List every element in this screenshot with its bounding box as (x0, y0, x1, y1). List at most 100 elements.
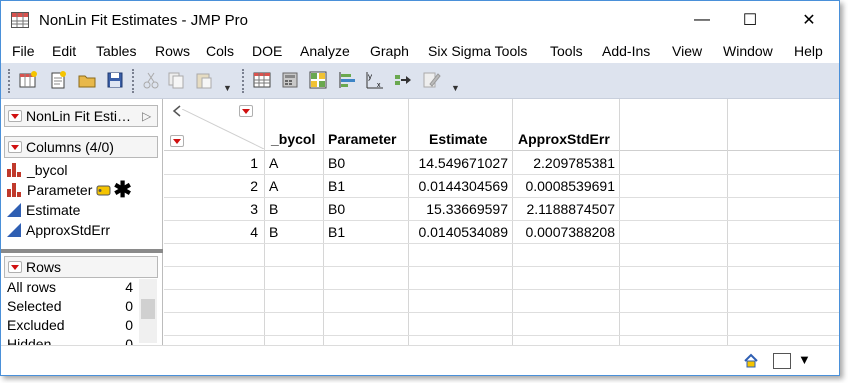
menu-add-ins[interactable]: Add-Ins (602, 43, 650, 59)
data-table-icon[interactable] (252, 70, 272, 90)
table-cell[interactable]: B (269, 221, 278, 244)
red-triangle-menu-icon[interactable] (8, 261, 22, 273)
row-number[interactable]: 2 (250, 175, 258, 198)
table-cell[interactable]: B0 (328, 198, 345, 221)
title-bar: NonLin Fit Estimates - JMP Pro — ☐ ✕ (1, 1, 839, 39)
menu-graph[interactable]: Graph (370, 43, 409, 59)
table-cell[interactable]: B0 (328, 152, 345, 175)
toolbar-overflow-icon[interactable]: ▼ (223, 83, 232, 93)
rows-header[interactable]: Rows (4, 256, 158, 278)
status-bar: ▼ (1, 345, 839, 375)
continuous-icon (7, 203, 21, 217)
column-name: _bycol (27, 162, 68, 178)
rows-scrollbar[interactable] (139, 279, 157, 343)
column-item-bycol[interactable]: _bycol (7, 160, 67, 180)
scroll-thumb[interactable] (141, 299, 155, 319)
columns-header[interactable]: Columns (4/0) (4, 136, 158, 158)
data-grid: 1 2 3 4 _bycol A A B B Parameter B0 B1 B… (164, 99, 839, 345)
row-number[interactable]: 4 (250, 221, 258, 244)
fit-model-icon[interactable] (393, 70, 413, 90)
fit-y-by-x-icon[interactable]: yx (365, 70, 385, 90)
edit-icon[interactable] (421, 70, 441, 90)
new-script-icon[interactable] (48, 70, 68, 90)
menu-help[interactable]: Help (794, 43, 823, 59)
window-list-dropdown-icon[interactable]: ▼ (798, 352, 811, 367)
table-cell[interactable]: 0.0140534089 (418, 221, 508, 244)
rows-stat-selected: Selected 0 (7, 298, 133, 314)
collapse-arrow-icon[interactable]: ▷ (142, 109, 151, 123)
row-number[interactable]: 3 (250, 198, 258, 221)
table-cell[interactable]: A (269, 152, 278, 175)
toolbar-grip[interactable] (132, 69, 135, 93)
close-icon: ✕ (802, 12, 816, 29)
asterisk-icon[interactable]: ✱ (113, 179, 131, 201)
paste-icon[interactable] (194, 70, 214, 90)
menu-six-sigma-tools[interactable]: Six Sigma Tools (428, 43, 527, 59)
home-icon[interactable] (743, 353, 759, 369)
row-number[interactable]: 1 (250, 152, 258, 175)
table-cell[interactable]: 0.0144304569 (418, 175, 508, 198)
menu-edit[interactable]: Edit (52, 43, 76, 59)
menu-rows[interactable]: Rows (155, 43, 190, 59)
save-icon[interactable] (105, 70, 125, 90)
rows-stat-all: All rows 4 (7, 279, 133, 295)
red-triangle-menu-icon[interactable] (8, 110, 22, 122)
column-header[interactable]: ApproxStdErr (513, 99, 619, 151)
column-header[interactable]: _bycol (265, 99, 323, 151)
menu-tables[interactable]: Tables (96, 43, 136, 59)
column-item-parameter[interactable]: Parameter ✱ (7, 179, 132, 201)
table-cell[interactable]: A (269, 175, 278, 198)
column-header[interactable]: Estimate (409, 99, 512, 151)
open-icon[interactable] (77, 70, 97, 90)
table-cell[interactable]: 2.1188874507 (527, 198, 616, 221)
table-cell[interactable]: B1 (328, 175, 345, 198)
scroll-left-icon[interactable] (172, 105, 182, 117)
column-header[interactable]: Parameter (324, 99, 408, 151)
menu-cols[interactable]: Cols (206, 43, 234, 59)
table-panel: NonLin Fit Esti… ▷ Columns (4/0) _bycol … (1, 99, 163, 345)
rows-red-triangle-icon[interactable] (170, 135, 184, 147)
chart-icon[interactable] (337, 70, 357, 90)
red-triangle-menu-icon[interactable] (8, 141, 22, 153)
panel-splitter[interactable] (1, 249, 163, 253)
distribution-icon[interactable] (308, 70, 328, 90)
table-cell[interactable]: 0.0007388208 (525, 221, 615, 244)
table-name: NonLin Fit Esti… (26, 108, 132, 124)
table-cell[interactable]: 2.209785381 (533, 152, 615, 175)
menu-analyze[interactable]: Analyze (300, 43, 350, 59)
toolbar-grip[interactable] (8, 69, 11, 93)
menu-window[interactable]: Window (723, 43, 773, 59)
maximize-button[interactable]: ☐ (727, 5, 773, 35)
window-list-icon[interactable] (773, 353, 791, 369)
menu-tools[interactable]: Tools (550, 43, 583, 59)
summary-icon[interactable] (280, 70, 300, 90)
toolbar-overflow-icon[interactable]: ▼ (451, 83, 460, 93)
new-data-table-icon[interactable] (18, 70, 38, 90)
label-tag-icon[interactable] (94, 183, 112, 197)
table-cell[interactable]: 15.33669597 (426, 198, 508, 221)
menu-file[interactable]: File (12, 43, 35, 59)
minimize-button[interactable]: — (679, 5, 725, 35)
rows-stat-hidden: Hidden 0 (7, 336, 133, 345)
column-item-approxstderr[interactable]: ApproxStdErr (7, 220, 117, 240)
columns-count: Columns (4/0) (26, 139, 114, 155)
jmp-window: NonLin Fit Estimates - JMP Pro — ☐ ✕ Fil… (0, 0, 840, 376)
menu-view[interactable]: View (672, 43, 702, 59)
rows-title: Rows (26, 259, 62, 275)
empty-column[interactable] (620, 99, 728, 345)
rows-stat-excluded: Excluded 0 (7, 317, 133, 333)
toolbar: ▼ yx ▼ (1, 63, 839, 99)
toolbar-grip[interactable] (242, 69, 245, 93)
table-cell[interactable]: 0.0008539691 (525, 175, 615, 198)
corner-header[interactable] (164, 99, 264, 151)
table-name-header[interactable]: NonLin Fit Esti… ▷ (4, 105, 158, 127)
cut-icon[interactable] (141, 70, 161, 90)
copy-icon[interactable] (166, 70, 186, 90)
close-button[interactable]: ✕ (786, 5, 832, 35)
empty-column[interactable] (728, 99, 839, 345)
column-item-estimate[interactable]: Estimate (7, 200, 80, 220)
menu-doe[interactable]: DOE (252, 43, 282, 59)
table-cell[interactable]: 14.549671027 (418, 152, 508, 175)
table-cell[interactable]: B (269, 198, 278, 221)
table-cell[interactable]: B1 (328, 221, 345, 244)
